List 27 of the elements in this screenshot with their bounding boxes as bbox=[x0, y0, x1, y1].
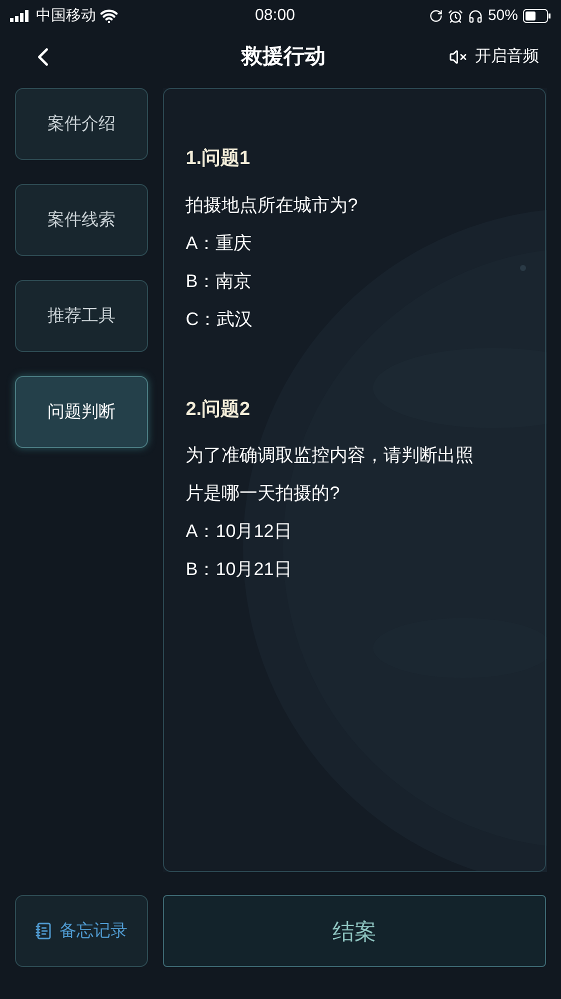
battery-percent: 50% bbox=[488, 6, 518, 26]
status-time: 08:00 bbox=[255, 6, 296, 26]
memo-button[interactable]: 备忘记录 bbox=[15, 895, 148, 967]
notebook-icon bbox=[35, 922, 54, 940]
sidebar-tab[interactable]: 问题判断 bbox=[15, 376, 148, 448]
answer-option[interactable]: B：10月21日 bbox=[186, 550, 489, 588]
question-title: 1.问题1 bbox=[186, 147, 252, 171]
question-text: 拍摄地点所在城市为? bbox=[186, 194, 359, 216]
carrier-name: 中国移动 bbox=[36, 6, 96, 26]
answer-option[interactable]: A：重庆 bbox=[186, 224, 489, 262]
question-text: 为了准确调取监控内容，请判断出照片是哪一天拍摄的? bbox=[186, 444, 475, 505]
question-title: 2.问题2 bbox=[186, 398, 252, 422]
sidebar-tab[interactable]: 案件介绍 bbox=[15, 88, 148, 160]
battery-icon bbox=[523, 9, 551, 23]
mute-icon bbox=[449, 48, 467, 66]
answer-option[interactable]: A：10月12日 bbox=[186, 512, 489, 550]
alarm-icon bbox=[448, 8, 463, 24]
headphones-icon bbox=[468, 8, 483, 24]
answer-option[interactable]: B：南京 bbox=[186, 262, 489, 300]
answer-option[interactable]: C：武汉 bbox=[186, 300, 489, 338]
rotation-lock-icon bbox=[428, 9, 443, 23]
close-case-button[interactable]: 结案 bbox=[162, 895, 546, 967]
wifi-icon bbox=[100, 7, 118, 25]
sidebar-tab[interactable]: 推荐工具 bbox=[15, 280, 148, 352]
audio-toggle[interactable]: 开启音频 bbox=[429, 45, 539, 69]
sidebar-tab[interactable]: 案件线索 bbox=[15, 184, 148, 256]
page-title: 救援行动 bbox=[242, 44, 326, 70]
